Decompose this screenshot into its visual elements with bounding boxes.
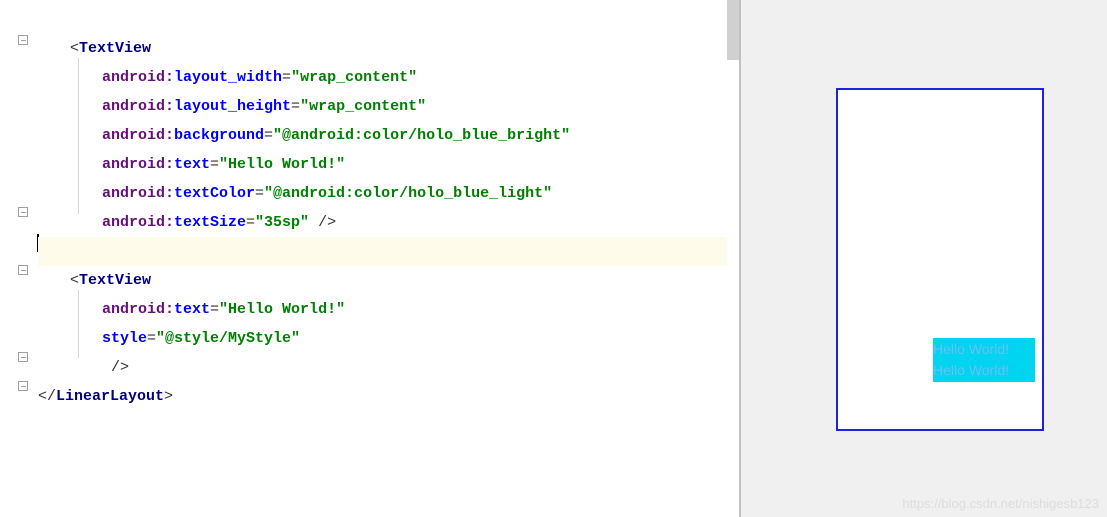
device-frame: Hello World! Hello World! [836, 88, 1044, 431]
code-line: </LinearLayout> [38, 382, 727, 411]
textview-2: Hello World! [933, 360, 1035, 381]
code-line: android:textColor="@android:color/holo_b… [38, 179, 727, 208]
code-line: style="@style/MyStyle" [38, 324, 727, 353]
textview-1: Hello World! [933, 339, 1035, 360]
code-line: /> [38, 353, 727, 382]
code-editor[interactable]: <TextView android:layout_width="wrap_con… [0, 0, 740, 517]
fold-icon[interactable] [18, 35, 28, 45]
code-line: <TextView [38, 266, 727, 295]
code-line: android:layout_height="wrap_content" [38, 92, 727, 121]
fold-icon[interactable] [18, 265, 28, 275]
code-line-current [38, 237, 727, 266]
gutter [0, 0, 30, 517]
code-line: <TextView [38, 34, 727, 63]
fold-icon[interactable] [18, 381, 28, 391]
code-line: android:text="Hello World!" [38, 295, 727, 324]
code-line [38, 5, 727, 34]
scrollbar[interactable] [727, 0, 739, 60]
code-line: android:text="Hello World!" [38, 150, 727, 179]
code-area[interactable]: <TextView android:layout_width="wrap_con… [30, 0, 727, 517]
android-textviews: Hello World! Hello World! [933, 338, 1035, 382]
fold-icon[interactable] [18, 207, 28, 217]
preview-pane: Hello World! Hello World! https://blog.c… [740, 0, 1107, 517]
code-line: android:background="@android:color/holo_… [38, 121, 727, 150]
code-line: android:textSize="35sp" /> [38, 208, 727, 237]
fold-icon[interactable] [18, 352, 28, 362]
watermark: https://blog.csdn.net/nishigesb123 [902, 496, 1099, 511]
code-line: android:layout_width="wrap_content" [38, 63, 727, 92]
